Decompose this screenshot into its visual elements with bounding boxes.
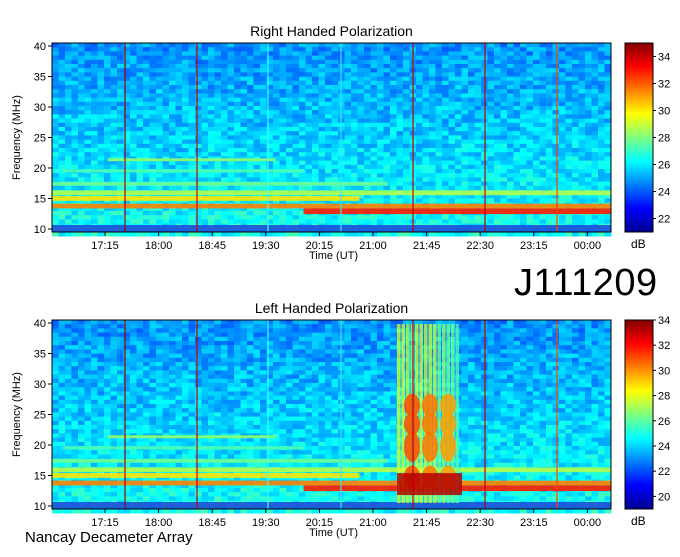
- colorbar-label: dB: [631, 237, 646, 251]
- panel-left-polarization: Left Handed Polarization 10 15 20 25 30 35 40 Fr…: [11, 300, 670, 539]
- observation-id: J111209: [514, 262, 658, 305]
- radio-burst: [397, 324, 462, 503]
- y-tick-label: 35: [34, 349, 46, 361]
- x-tick-label: 17:15: [91, 240, 119, 252]
- x-tick-label: 22:30: [466, 240, 494, 252]
- colorbar: [625, 320, 653, 509]
- chart-title: Left Handed Polarization: [255, 300, 408, 316]
- colorbar-tick-label: 34: [658, 315, 670, 327]
- colorbar-tick-label: 28: [658, 391, 670, 403]
- x-tick-label: 18:45: [198, 240, 226, 252]
- y-tick-label: 10: [34, 224, 46, 236]
- x-tick-label: 18:00: [145, 240, 173, 252]
- y-axis-label: Frequency (MHz): [11, 95, 23, 180]
- x-axis-label: Time (UT): [309, 250, 358, 262]
- colorbar-tick-label: 20: [658, 491, 670, 503]
- y-tick-label: 30: [34, 102, 46, 114]
- colorbar-tick-label: 22: [658, 214, 670, 226]
- colorbar-tick-label: 26: [658, 160, 670, 172]
- x-tick-label: 18:45: [198, 517, 226, 529]
- colorbar: [625, 43, 653, 232]
- x-tick-label: 21:00: [359, 517, 387, 529]
- colorbar-tick-label: 30: [658, 365, 670, 377]
- y-tick-label: 25: [34, 133, 46, 145]
- colorbar-tick-label: 24: [658, 187, 670, 199]
- y-tick-label: 15: [34, 194, 46, 206]
- y-tick-label: 20: [34, 163, 46, 175]
- footer-label: Nancay Decameter Array: [25, 529, 193, 546]
- y-tick-label: 15: [34, 471, 46, 483]
- y-tick-label: 25: [34, 410, 46, 422]
- x-tick-label: 21:00: [359, 240, 387, 252]
- y-tick-label: 30: [34, 379, 46, 391]
- colorbar-tick-label: 24: [658, 441, 670, 453]
- colorbar-tick-label: 30: [658, 106, 670, 118]
- x-tick-label: 00:00: [574, 240, 602, 252]
- y-tick-label: 35: [34, 72, 46, 84]
- chart-title: Right Handed Polarization: [250, 23, 413, 39]
- x-tick-label: 19:30: [252, 517, 280, 529]
- x-tick-label: 23:15: [520, 240, 548, 252]
- x-tick-label: 19:30: [252, 240, 280, 252]
- x-tick-label: 23:15: [520, 517, 548, 529]
- panel-right-polarization: Right Handed Polarization 10 15 20 25 30 35 40 F…: [11, 23, 670, 262]
- colorbar-tick-label: 32: [658, 79, 670, 91]
- colorbar-tick-label: 34: [658, 52, 670, 64]
- y-tick-label: 20: [34, 440, 46, 452]
- colorbar-label: dB: [631, 514, 646, 528]
- colorbar-tick-label: 28: [658, 133, 670, 145]
- x-tick-label: 21:45: [413, 517, 441, 529]
- colorbar-tick-label: 22: [658, 466, 670, 478]
- colorbar-tick-label: 32: [658, 340, 670, 352]
- y-tick-label: 10: [34, 501, 46, 513]
- x-tick-label: 17:15: [91, 517, 119, 529]
- x-axis-label: Time (UT): [309, 527, 358, 539]
- y-tick-label: 40: [34, 41, 46, 53]
- y-tick-label: 40: [34, 318, 46, 330]
- x-tick-label: 00:00: [574, 517, 602, 529]
- colorbar-tick-label: 26: [658, 416, 670, 428]
- x-tick-label: 22:30: [466, 517, 494, 529]
- x-tick-label: 18:00: [145, 517, 173, 529]
- y-axis-label: Frequency (MHz): [11, 372, 23, 457]
- x-tick-label: 21:45: [413, 240, 441, 252]
